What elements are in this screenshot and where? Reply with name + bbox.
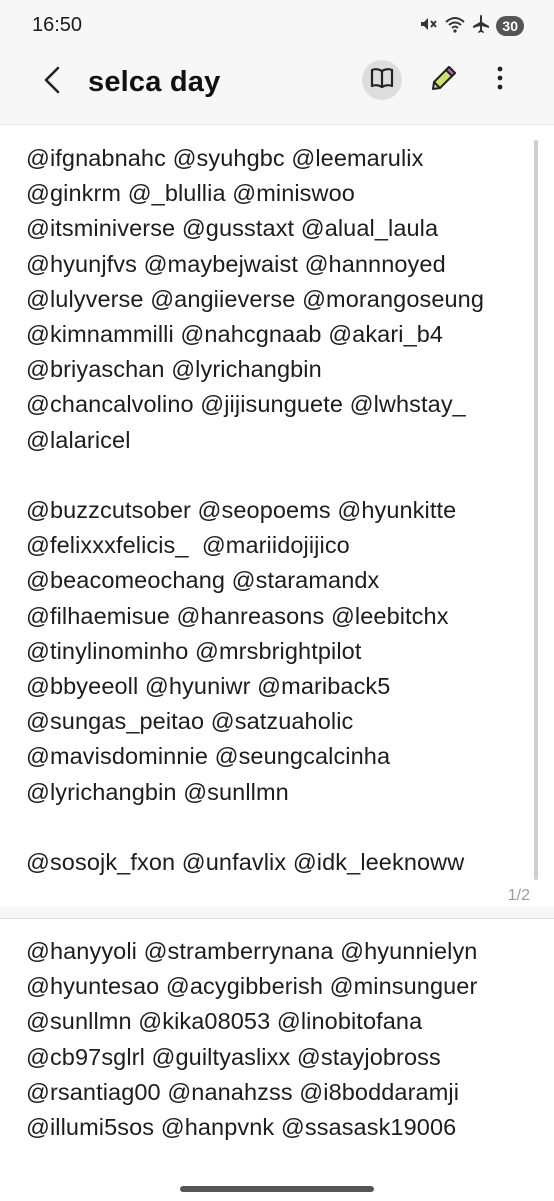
- pen-icon: [429, 63, 459, 98]
- note-text[interactable]: @hanyyoli @stramberrynana @hyunnielyn @h…: [26, 934, 514, 1145]
- battery-indicator: 30: [496, 16, 524, 36]
- status-icons: 30: [418, 14, 524, 38]
- status-bar: 16:50 30: [0, 0, 554, 52]
- reading-mode-button[interactable]: [362, 60, 402, 100]
- status-time: 16:50: [32, 14, 83, 36]
- page-title: selca day: [88, 66, 221, 98]
- scrollbar[interactable]: [534, 140, 538, 880]
- back-arrow-icon: [42, 66, 62, 99]
- mute-icon: [418, 14, 438, 39]
- more-options-button[interactable]: [482, 60, 518, 100]
- app-bar: selca day: [0, 52, 554, 116]
- edit-button[interactable]: [424, 60, 464, 100]
- note-page-1[interactable]: @ifgnabnahc @syuhgbc @leemarulix @ginkrm…: [0, 124, 554, 907]
- note-text[interactable]: @ifgnabnahc @syuhgbc @leemarulix @ginkrm…: [26, 141, 514, 880]
- more-vertical-icon: [497, 66, 503, 95]
- book-icon: [369, 67, 395, 94]
- airplane-icon: [472, 14, 490, 39]
- back-button[interactable]: [34, 64, 70, 100]
- page-number: 1/2: [507, 887, 530, 904]
- home-indicator[interactable]: [180, 1186, 374, 1192]
- wifi-icon: [444, 14, 466, 39]
- note-page-2[interactable]: @hanyyoli @stramberrynana @hyunnielyn @h…: [0, 918, 554, 1201]
